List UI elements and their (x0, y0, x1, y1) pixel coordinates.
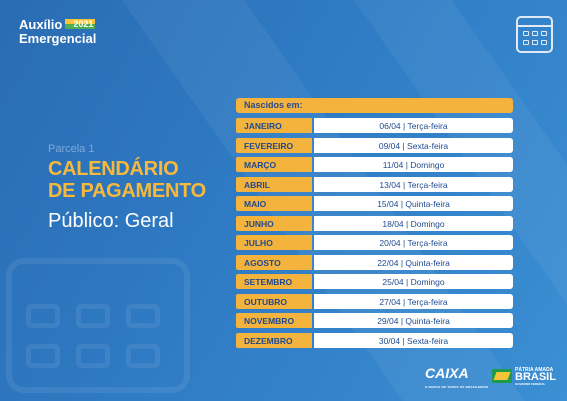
installment-label: Parcela 1 (48, 143, 95, 155)
month-cell: ABRIL (236, 176, 312, 192)
date-cell: 06/04 | Terça-feira (314, 118, 513, 133)
date-cell: 13/04 | Terça-feira (314, 176, 513, 192)
table-row: FEVEREIRO 09/04 | Sexta-feira (236, 137, 513, 153)
month-cell: OUTUBRO (236, 293, 312, 309)
date-cell: 27/04 | Terça-feira (314, 293, 513, 309)
title-line2: DE PAGAMENTO (48, 180, 206, 202)
table-row: JANEIRO 06/04 | Terça-feira (236, 118, 513, 133)
date-cell: 30/04 | Sexta-feira (314, 333, 513, 349)
month-cell: JANEIRO (236, 118, 312, 133)
table-row: MARÇO 11/04 | Domingo (236, 157, 513, 173)
governo-federal-logo: PÁTRIA AMADA BRASIL GOVERNO FEDERAL (515, 367, 556, 386)
table-row: JUNHO 18/04 | Domingo (236, 215, 513, 231)
brand-line1: Auxílio (19, 17, 63, 32)
table-row: SETEMBRO 25/04 | Domingo (236, 274, 513, 290)
date-cell: 22/04 | Quinta-feira (314, 254, 513, 270)
month-cell: SETEMBRO (236, 274, 312, 290)
month-cell: AGOSTO (236, 254, 312, 270)
date-cell: 25/04 | Domingo (314, 274, 513, 290)
table-header: Nascidos em: (236, 98, 513, 113)
table-row: NOVEMBRO 29/04 | Quinta-feira (236, 313, 513, 329)
caixa-tagline: O BANCO DE TODOS OS BRASILEIROS (425, 385, 489, 389)
table-row: OUTUBRO 27/04 | Terça-feira (236, 293, 513, 309)
date-cell: 11/04 | Domingo (314, 157, 513, 173)
date-cell: 15/04 | Quinta-feira (314, 196, 513, 212)
date-cell: 29/04 | Quinta-feira (314, 313, 513, 329)
calendar-watermark-icon (6, 258, 190, 393)
page-title: CALENDÁRIO DE PAGAMENTO (48, 158, 206, 202)
brand-year: 2021 (65, 19, 96, 29)
month-cell: NOVEMBRO (236, 313, 312, 329)
month-cell: JULHO (236, 235, 312, 251)
date-cell: 18/04 | Domingo (314, 215, 513, 231)
calendar-icon (516, 16, 553, 53)
table-row: DEZEMBRO 30/04 | Sexta-feira (236, 333, 513, 349)
table-row: AGOSTO 22/04 | Quinta-feira (236, 254, 513, 270)
month-cell: MAIO (236, 196, 312, 212)
table-body: JANEIRO 06/04 | Terça-feira FEVEREIRO 09/04… (236, 118, 513, 349)
brand-line2: Emergencial (19, 31, 97, 46)
auxilio-emergencial-logo: Auxílio 2021 Emergencial (19, 18, 96, 46)
month-cell: DEZEMBRO (236, 333, 312, 349)
title-line1: CALENDÁRIO (48, 158, 179, 180)
gov-line2: BRASIL (515, 371, 556, 383)
caixa-logo: CAIXA O BANCO DE TODOS OS BRASILEIROS (425, 366, 488, 394)
month-cell: FEVEREIRO (236, 137, 312, 153)
date-cell: 20/04 | Terça-feira (314, 235, 513, 251)
payment-calendar-poster: Auxílio 2021 Emergencial Parcela 1 CALEND… (0, 0, 567, 401)
payment-schedule-table: Nascidos em: JANEIRO 06/04 | Terça-feira F… (236, 98, 513, 353)
table-row: MAIO 15/04 | Quinta-feira (236, 196, 513, 212)
table-row: JULHO 20/04 | Terça-feira (236, 235, 513, 251)
brazil-flag-icon (492, 369, 512, 383)
month-cell: JUNHO (236, 215, 312, 231)
date-cell: 09/04 | Sexta-feira (314, 137, 513, 153)
audience-label: Público: Geral (48, 210, 174, 232)
table-row: ABRIL 13/04 | Terça-feira (236, 176, 513, 192)
caixa-name: CAIXA (425, 365, 469, 381)
month-cell: MARÇO (236, 157, 312, 173)
